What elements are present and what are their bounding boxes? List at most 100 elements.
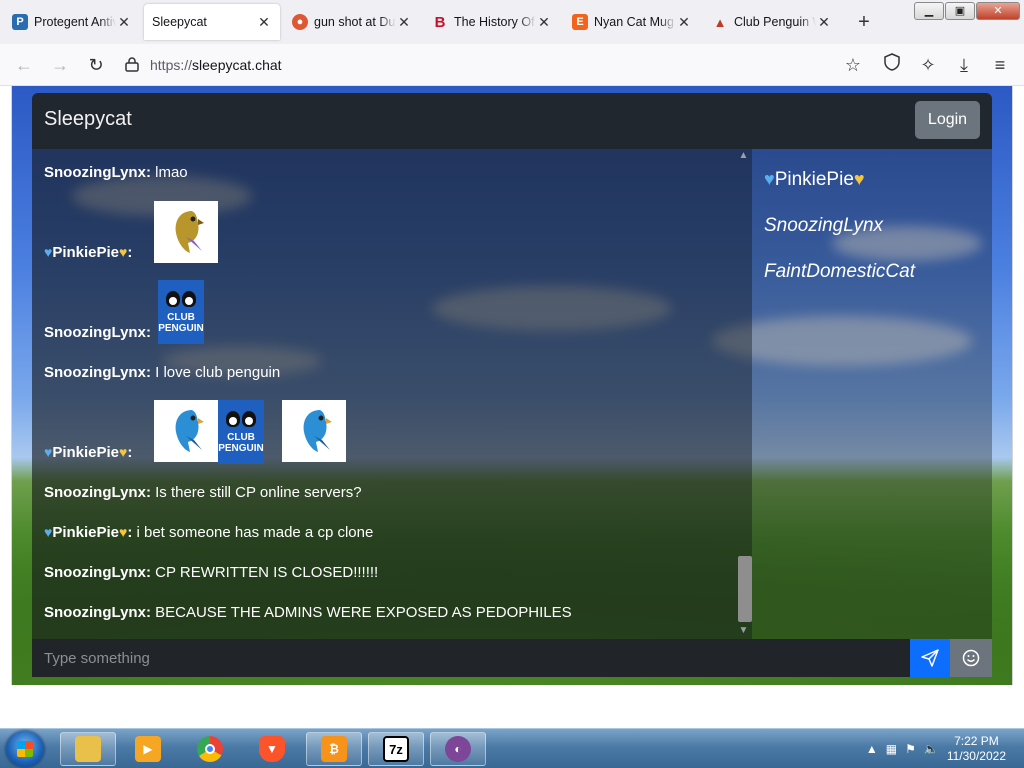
tab-protegent[interactable]: P Protegent Antiv ✕ bbox=[4, 4, 140, 40]
close-icon[interactable]: ✕ bbox=[116, 14, 132, 31]
message-author[interactable]: SnoozingLynx: bbox=[44, 364, 151, 381]
message-author[interactable]: ♥PinkiePie♥: bbox=[44, 524, 132, 541]
clock-date: 11/30/2022 bbox=[946, 749, 1006, 763]
message-text: i bet someone has made a cp clone bbox=[136, 524, 374, 541]
network-icon[interactable]: ▦ bbox=[886, 742, 897, 756]
brave-icon[interactable]: ▼ bbox=[244, 732, 300, 766]
message-text: lmao bbox=[155, 164, 188, 181]
bold-b-icon: B bbox=[434, 13, 446, 31]
close-icon[interactable]: ✕ bbox=[256, 14, 272, 31]
user-name: FaintDomesticCat bbox=[764, 261, 915, 282]
extensions-sparkle-icon[interactable]: ✧ bbox=[916, 53, 940, 77]
7zip-icon[interactable]: 7z bbox=[368, 732, 424, 766]
protegent-icon: P bbox=[12, 14, 28, 30]
message-item: ♥PinkiePie♥: i bet someone has made a cp… bbox=[44, 524, 373, 541]
message-author[interactable]: SnoozingLynx: bbox=[44, 484, 151, 501]
start-button[interactable] bbox=[6, 731, 44, 767]
user-item-snoozinglynx[interactable]: SnoozingLynx bbox=[764, 215, 883, 237]
tab-duckduckgo[interactable]: ● gun shot at Duc ✕ bbox=[284, 4, 420, 40]
close-icon[interactable]: ✕ bbox=[396, 14, 412, 31]
author-name: PinkiePie bbox=[52, 444, 120, 461]
penguins-group bbox=[165, 290, 197, 312]
page-left-edge bbox=[0, 86, 12, 685]
blue-parrot-emote bbox=[282, 400, 346, 462]
reload-icon[interactable]: ↻ bbox=[84, 53, 108, 77]
close-window-button[interactable]: ✕ bbox=[976, 2, 1020, 20]
author-separator: : bbox=[127, 244, 133, 261]
tab-title: Sleepycat bbox=[152, 15, 207, 29]
close-icon[interactable]: ✕ bbox=[536, 14, 552, 31]
tab-history[interactable]: B The History Of ✕ bbox=[424, 4, 560, 40]
author-separator: : bbox=[127, 524, 133, 541]
page-bottom-strip bbox=[0, 685, 1024, 728]
message-author[interactable]: SnoozingLynx: bbox=[44, 604, 151, 621]
send-icon bbox=[921, 649, 939, 667]
play-glyph: ▶ bbox=[135, 736, 161, 762]
author-separator: : bbox=[145, 164, 151, 181]
message-author[interactable]: SnoozingLynx: bbox=[44, 324, 151, 341]
message-scrollbar[interactable]: ▲ ▼ bbox=[735, 149, 752, 639]
author-separator: : bbox=[145, 564, 151, 581]
file-explorer-icon[interactable] bbox=[60, 732, 116, 766]
brand-title[interactable]: Sleepycat bbox=[44, 108, 132, 131]
bookmark-star-icon[interactable]: ☆ bbox=[841, 53, 865, 77]
message-list[interactable]: SnoozingLynx: lmao ♥PinkiePie♥: Snoozing… bbox=[32, 149, 752, 639]
penguins-group bbox=[225, 410, 257, 432]
message-text: BECAUSE THE ADMINS WERE EXPOSED AS PEDOP… bbox=[155, 604, 572, 621]
chat-app: Sleepycat Login SnoozingLynx: lmao ♥Pink… bbox=[32, 93, 992, 677]
send-button[interactable] bbox=[910, 639, 950, 677]
download-icon[interactable]: ⤓ bbox=[952, 53, 976, 77]
menu-icon[interactable]: ≡ bbox=[988, 53, 1012, 77]
action-center-flag-icon[interactable]: ⚑ bbox=[905, 742, 916, 756]
tab-title: Protegent Antiv bbox=[34, 15, 116, 29]
emote-club-text: CLUB bbox=[227, 431, 255, 443]
message-input[interactable] bbox=[32, 639, 910, 677]
emote-penguin-text: PENGUIN bbox=[218, 442, 264, 454]
message-author[interactable]: SnoozingLynx: bbox=[44, 164, 151, 181]
tab-etsy[interactable]: E Nyan Cat Mug ✕ bbox=[564, 4, 700, 40]
scroll-down-icon[interactable]: ▼ bbox=[735, 624, 752, 638]
minimize-button[interactable]: ▁ bbox=[914, 2, 944, 20]
folder-glyph bbox=[75, 736, 101, 762]
bitcoin-wallet-icon[interactable]: ₿ bbox=[306, 732, 362, 766]
onion-glyph: ◐ bbox=[445, 736, 471, 762]
volume-icon[interactable]: 🔈 bbox=[924, 742, 939, 756]
sevenzip-glyph: 7z bbox=[383, 736, 409, 762]
new-tab-icon[interactable]: + bbox=[854, 10, 874, 34]
message-item: SnoozingLynx: bbox=[44, 324, 151, 341]
tor-browser-icon[interactable]: ◐ bbox=[430, 732, 486, 766]
media-player-icon[interactable]: ▶ bbox=[120, 732, 176, 766]
page-right-edge bbox=[1012, 86, 1024, 685]
tab-club-penguin[interactable]: ▲ Club Penguin W ✕ bbox=[704, 4, 840, 40]
login-button[interactable]: Login bbox=[915, 101, 980, 139]
tab-title: Club Penguin W bbox=[734, 15, 816, 29]
back-icon[interactable]: ← bbox=[12, 53, 36, 77]
message-author[interactable]: ♥PinkiePie♥: bbox=[44, 444, 132, 461]
chrome-glyph bbox=[197, 736, 223, 762]
message-item: SnoozingLynx: I love club penguin bbox=[44, 364, 280, 381]
close-icon[interactable]: ✕ bbox=[816, 14, 832, 31]
clock[interactable]: 7:22 PM 11/30/2022 bbox=[947, 734, 1006, 764]
user-name: SnoozingLynx bbox=[764, 215, 884, 236]
message-author[interactable]: ♥PinkiePie♥: bbox=[44, 244, 132, 261]
close-icon[interactable]: ✕ bbox=[676, 14, 692, 31]
author-separator: : bbox=[145, 324, 151, 341]
emoji-button[interactable] bbox=[950, 639, 992, 677]
user-item-faintdomesticcat[interactable]: FaintDomesticCat bbox=[764, 261, 915, 283]
scroll-up-icon[interactable]: ▲ bbox=[735, 149, 752, 163]
show-hidden-icons-icon[interactable]: ▲ bbox=[866, 742, 878, 756]
scroll-thumb[interactable] bbox=[738, 556, 752, 622]
user-name: PinkiePie bbox=[774, 169, 854, 190]
message-author[interactable]: SnoozingLynx: bbox=[44, 564, 151, 581]
address-bar[interactable]: https://sleepycat.chat bbox=[120, 50, 870, 80]
etsy-icon: E bbox=[572, 14, 588, 30]
user-item-pinkiepie[interactable]: ♥PinkiePie♥ bbox=[764, 169, 865, 191]
maximize-button[interactable]: ▣ bbox=[945, 2, 975, 20]
chrome-icon[interactable] bbox=[182, 732, 238, 766]
forward-icon[interactable]: → bbox=[48, 53, 72, 77]
tab-sleepycat[interactable]: Sleepycat ✕ bbox=[144, 4, 280, 40]
author-separator: : bbox=[145, 604, 151, 621]
shield-icon[interactable] bbox=[880, 53, 904, 77]
system-tray: ▲ ▦ ⚑ 🔈 7:22 PM 11/30/2022 bbox=[866, 729, 1024, 768]
club-penguin-emote: CLUB PENGUIN bbox=[218, 400, 264, 464]
